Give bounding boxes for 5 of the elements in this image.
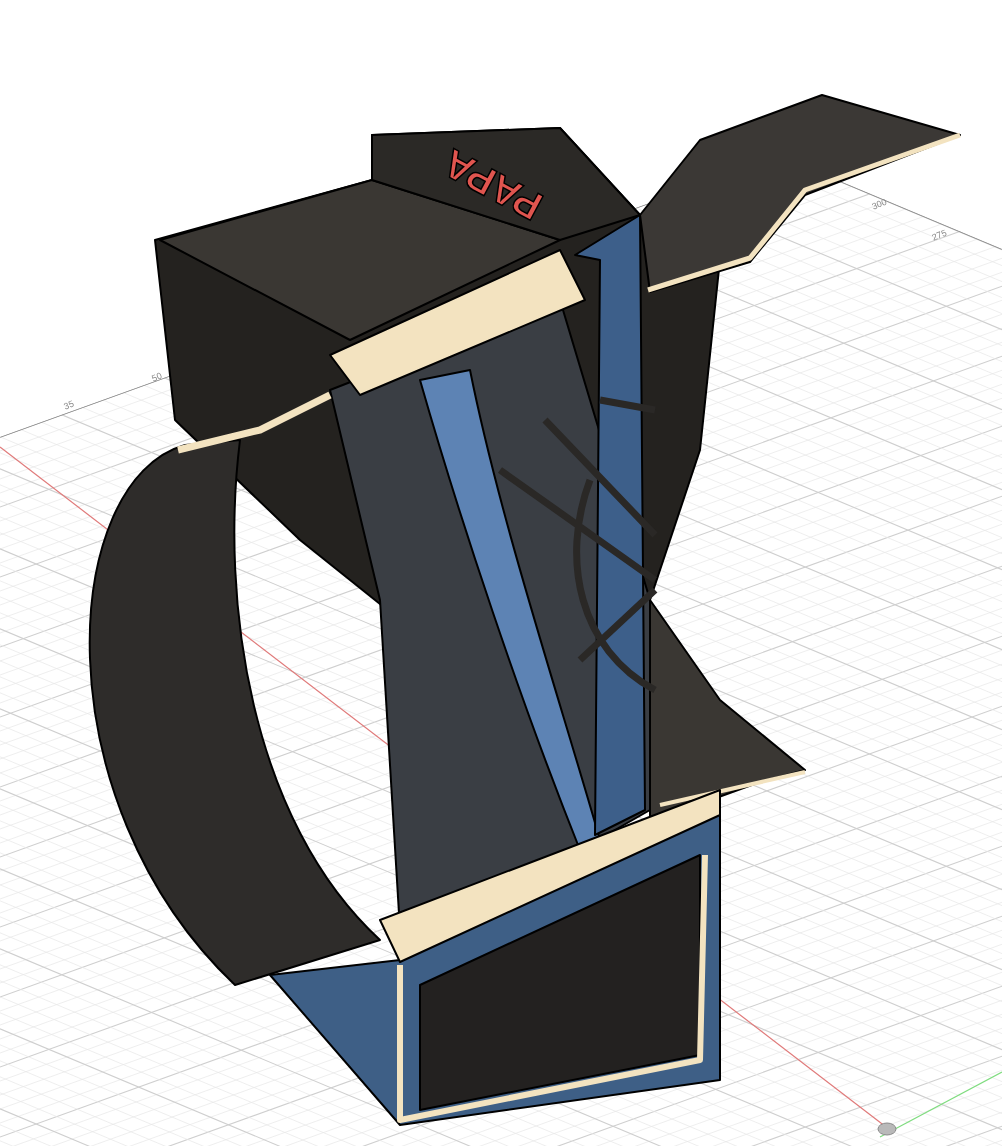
grid-label: 275 — [930, 228, 949, 243]
grid-label: 50 — [150, 371, 164, 384]
origin-icon — [877, 1122, 897, 1136]
grid-label: 300 — [870, 197, 889, 212]
grid-label: 35 — [62, 399, 76, 412]
